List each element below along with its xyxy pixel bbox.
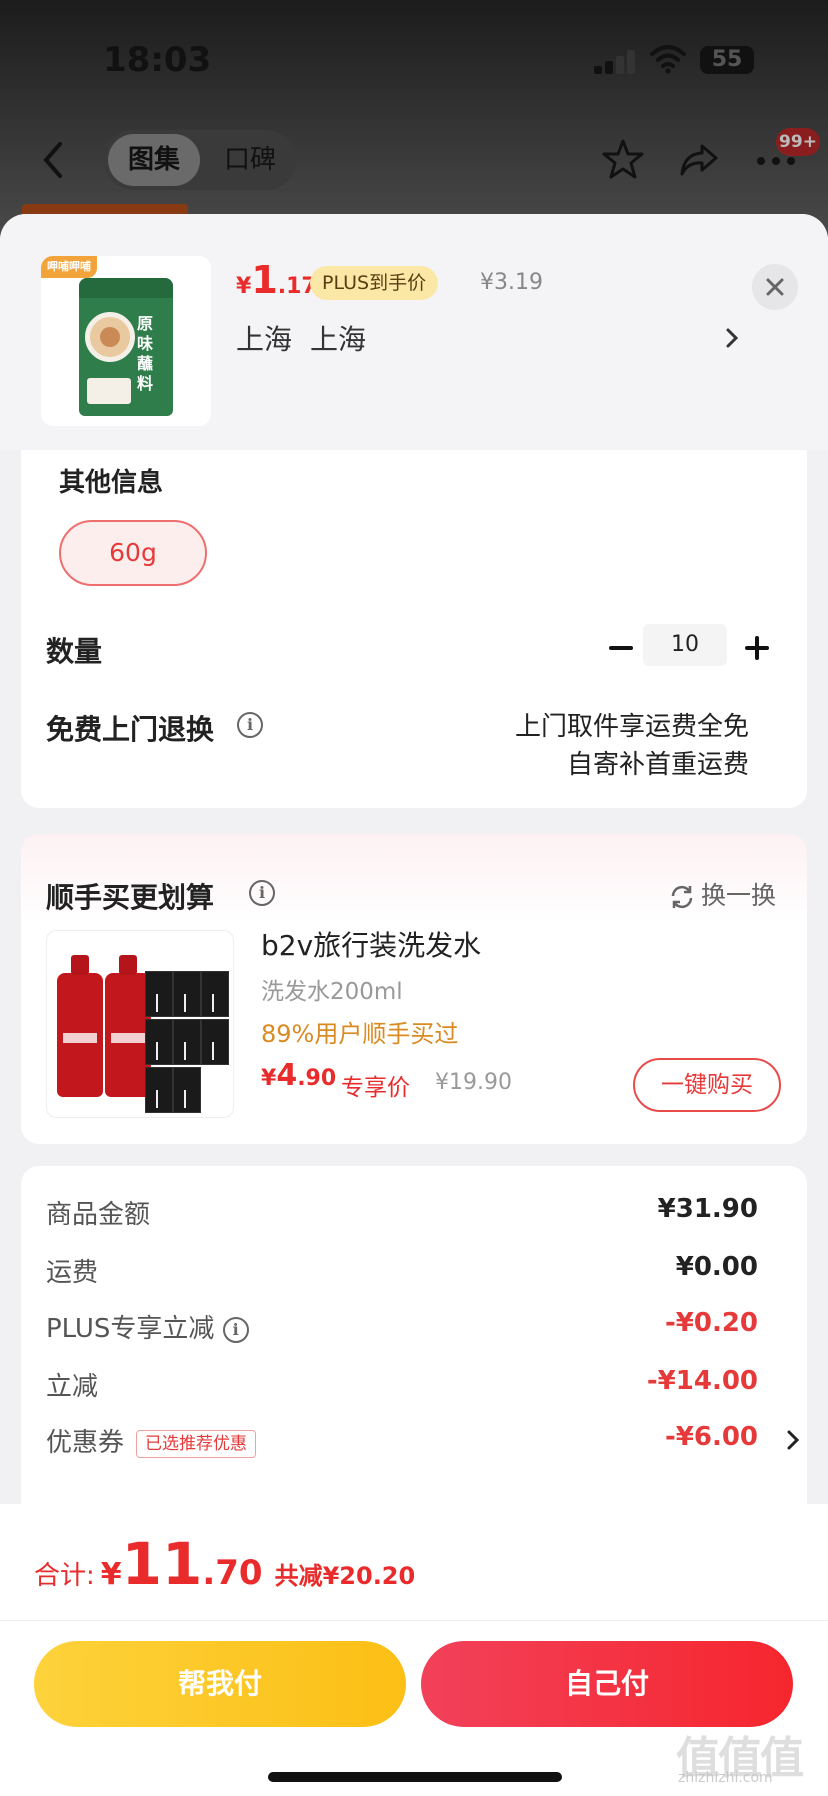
refresh-icon [671, 885, 693, 909]
gallery-review-switch: 图集 口碑 [104, 130, 296, 190]
addon-card: 顺手买更划算 i 换一换 b2v旅行装洗发水 洗发水200ml 89%用户顺手买… [21, 834, 807, 1144]
info-icon[interactable]: i [222, 1316, 249, 1343]
location-province: 上海 [236, 323, 293, 356]
delivery-location[interactable]: 上海 上海 [236, 318, 366, 358]
status-bar: 18:03 55 [0, 0, 828, 110]
return-description: 上门取件享运费全免 自寄补首重运费 [515, 708, 749, 784]
plus-icon[interactable] [737, 628, 777, 668]
return-line-2: 自寄补首重运费 [566, 750, 749, 780]
original-price: ¥3.19 [480, 270, 543, 295]
summary-row-instant-discount: 立减 -¥14.00 [46, 1366, 758, 1402]
share-icon[interactable] [678, 140, 720, 180]
divider [0, 1620, 828, 1621]
addon-price: ¥4.90 [261, 1058, 337, 1093]
quantity-input[interactable]: 10 [643, 624, 727, 666]
sheet-header: 呷哺呷哺 原味蘸料 ¥1.17 PLUS到手价 ¥3.19 上海 上海 [0, 214, 828, 450]
addon-buy-rate: 89%用户顺手买过 [261, 1020, 459, 1048]
status-time: 18:03 [103, 40, 212, 80]
star-icon[interactable] [602, 138, 644, 180]
location-city: 上海 [310, 323, 367, 356]
product-thumbnail[interactable]: 呷哺呷哺 原味蘸料 [41, 256, 211, 426]
wifi-icon [650, 45, 686, 74]
home-indicator [268, 1772, 562, 1782]
recommended-coupon-tag: 已选推荐优惠 [136, 1429, 257, 1458]
chevron-right-icon[interactable] [722, 324, 742, 352]
summary-row-plus-discount: PLUS专享立减 i -¥0.20 [46, 1308, 758, 1344]
tab-reviews[interactable]: 口碑 [208, 134, 292, 186]
refresh-button[interactable]: 换一换 [669, 876, 776, 912]
total-saved: 共减¥20.20 [274, 1562, 416, 1590]
pay-myself-button[interactable]: 自己付 [421, 1641, 793, 1727]
watermark-logo: 值值值 zhizhizhi.com [676, 1733, 804, 1786]
battery-icon: 55 [700, 46, 754, 74]
summary-row-coupon[interactable]: 优惠券 已选推荐优惠 -¥6.00 [46, 1422, 800, 1462]
tab-gallery[interactable]: 图集 [108, 134, 200, 186]
summary-row-shipping: 运费 ¥0.00 [46, 1252, 758, 1288]
info-icon[interactable]: i [237, 712, 263, 738]
help-me-pay-button[interactable]: 帮我付 [34, 1641, 406, 1727]
product-package-image: 原味蘸料 [79, 278, 173, 416]
cellular-signal-icon [594, 50, 638, 74]
free-return-label: 免费上门退换 [46, 713, 215, 746]
order-total: 合计: ¥11.70 共减¥20.20 [34, 1530, 416, 1598]
summary-row-subtotal: 商品金额 ¥31.90 [46, 1194, 758, 1230]
order-sheet: 呷哺呷哺 原味蘸料 ¥1.17 PLUS到手价 ¥3.19 上海 上海 其他信息… [0, 214, 828, 1796]
refresh-label: 换一换 [701, 881, 777, 910]
minus-icon[interactable] [601, 628, 641, 668]
brand-tag: 呷哺呷哺 [41, 256, 97, 278]
quantity-label: 数量 [46, 635, 103, 668]
info-icon[interactable]: i [249, 880, 275, 906]
checkout-bar: 合计: ¥11.70 共减¥20.20 帮我付 自己付 值值值 zhizhizhi.… [0, 1504, 828, 1796]
addon-product-spec: 洗发水200ml [261, 979, 403, 1005]
other-info-label: 其他信息 [59, 468, 164, 498]
chevron-right-icon[interactable] [786, 1428, 800, 1452]
plus-price: ¥1.17 [236, 258, 317, 302]
size-option-selected[interactable]: 60g [59, 520, 207, 586]
options-card: 其他信息 60g 数量 10 免费上门退换 i 上门取件享运费全免 自寄补首重运… [21, 450, 807, 808]
return-line-1: 上门取件享运费全免 [514, 712, 749, 742]
addon-title: 顺手买更划算 [46, 881, 215, 914]
addon-exclusive-label: 专享价 [341, 1075, 410, 1101]
price-row: ¥1.17 PLUS到手价 ¥3.19 [236, 258, 736, 302]
package-text: 原味蘸料 [137, 314, 154, 393]
addon-product-image[interactable] [46, 930, 234, 1118]
one-click-buy-button[interactable]: 一键购买 [633, 1058, 781, 1112]
back-icon[interactable] [38, 140, 68, 180]
more-icon[interactable] [756, 156, 796, 166]
notification-badge: 99+ [776, 128, 820, 156]
price-summary-card: 商品金额 ¥31.90 运费 ¥0.00 PLUS专享立减 i -¥0.20 立… [21, 1166, 807, 1526]
close-icon[interactable] [752, 264, 798, 310]
addon-product-name[interactable]: b2v旅行装洗发水 [261, 924, 481, 964]
addon-original-price: ¥19.90 [435, 1070, 512, 1095]
plus-price-badge: PLUS到手价 [310, 266, 439, 300]
